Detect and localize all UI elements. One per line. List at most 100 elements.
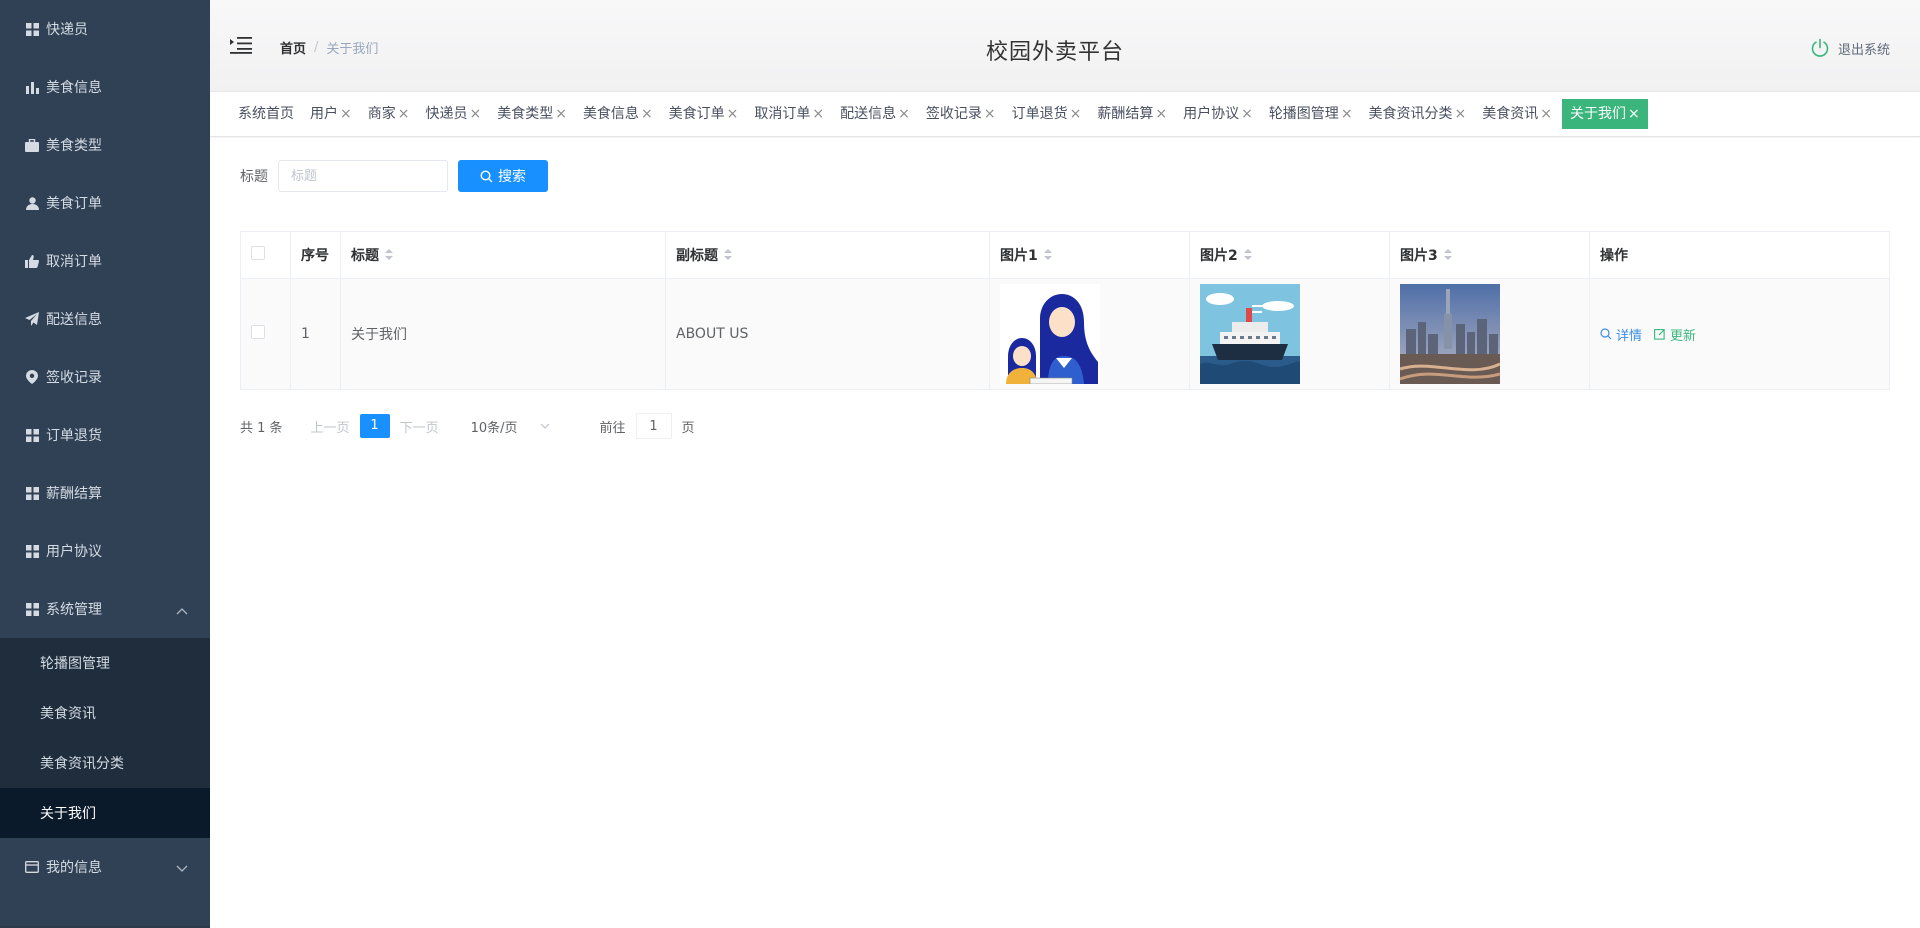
sidebar-item-system[interactable]: 系统管理 — [0, 580, 210, 638]
search-button[interactable]: 搜索 — [458, 160, 548, 192]
sort-icon[interactable] — [385, 248, 393, 264]
col-image1[interactable]: 图片1 — [989, 231, 1190, 279]
sidebar-item-food-order[interactable]: 美食订单 — [0, 174, 210, 232]
close-icon[interactable]: × — [555, 106, 567, 122]
select-all-checkbox[interactable] — [251, 246, 265, 260]
tag-cancel-order[interactable]: 取消订单 × — [748, 99, 830, 129]
col-index: 序号 — [290, 231, 341, 279]
grid-icon — [24, 601, 40, 617]
tag-food-news-category[interactable]: 美食资讯分类 × — [1363, 99, 1473, 129]
submenu-item-carousel[interactable]: 轮播图管理 — [0, 638, 210, 688]
cell-image1 — [989, 278, 1190, 390]
row-checkbox[interactable] — [251, 325, 265, 339]
tag-label: 美食订单 — [668, 106, 725, 122]
sidebar-item-delivery[interactable]: 配送信息 — [0, 290, 210, 348]
detail-button[interactable]: 详情 — [1600, 325, 1642, 344]
tags-bar: 系统首页 用户 × 商家 × 快递员 × 美食类型 × 美食信息 × 美食订单 × 取消订单… — [210, 92, 1920, 137]
sidebar-item-user-agreement[interactable]: 用户协议 — [0, 522, 210, 580]
close-icon[interactable]: × — [641, 106, 653, 122]
image3-thumbnail[interactable] — [1400, 284, 1500, 384]
tag-food-news[interactable]: 美食资讯 × — [1476, 99, 1558, 129]
col-image3[interactable]: 图片3 — [1389, 231, 1590, 279]
tag-merchant[interactable]: 商家 × — [362, 99, 416, 129]
sidebar-item-label: 用户协议 — [46, 544, 102, 560]
close-icon[interactable]: × — [398, 106, 410, 122]
close-icon[interactable]: × — [1241, 106, 1253, 122]
table-row: 1 关于我们 ABOUT US 详情 更新 — [240, 278, 1890, 390]
close-icon[interactable]: × — [469, 106, 481, 122]
goto-page-input[interactable] — [635, 413, 672, 439]
sort-icon[interactable] — [724, 248, 732, 264]
tag-label: 快递员 — [425, 106, 468, 122]
image1-thumbnail[interactable] — [1000, 284, 1100, 384]
close-icon[interactable]: × — [984, 106, 996, 122]
tag-food-type[interactable]: 美食类型 × — [491, 99, 573, 129]
sort-icon[interactable] — [1043, 248, 1052, 264]
close-icon[interactable]: × — [340, 106, 352, 122]
tag-system-home[interactable]: 系统首页 — [232, 99, 300, 129]
sidebar-item-order-return[interactable]: 订单退货 — [0, 406, 210, 464]
header: 首页 / 关于我们 校园外卖平台 退出系统 — [210, 0, 1920, 92]
col-subtitle[interactable]: 副标题 — [665, 231, 990, 279]
tag-food-info[interactable]: 美食信息 × — [577, 99, 659, 129]
close-icon[interactable]: × — [812, 106, 824, 122]
tag-label: 关于我们 — [1570, 106, 1627, 122]
close-icon[interactable]: × — [1070, 106, 1082, 122]
logout-button[interactable]: 退出系统 — [1810, 38, 1890, 58]
next-page-button[interactable]: 下一页 — [400, 417, 439, 436]
sidebar-item-courier[interactable]: 快递员 — [0, 0, 210, 58]
sidebar-item-label: 美食类型 — [46, 138, 102, 154]
page-number-1[interactable]: 1 — [359, 414, 390, 438]
sidebar-item-food-info[interactable]: 美食信息 — [0, 58, 210, 116]
sidebar-item-my-info[interactable]: 我的信息 — [0, 838, 210, 896]
close-icon[interactable]: × — [1628, 106, 1640, 122]
tag-food-order[interactable]: 美食订单 × — [663, 99, 745, 129]
submenu-item-about-us[interactable]: 关于我们 — [0, 788, 210, 838]
sort-icon[interactable] — [1443, 248, 1452, 264]
sidebar-item-food-type[interactable]: 美食类型 — [0, 116, 210, 174]
sidebar: 快递员 美食信息 美食类型 美食订单 取消订单 配送信息 签收记录 订单退货 薪… — [0, 0, 210, 928]
tag-carousel[interactable]: 轮播图管理 × — [1263, 99, 1359, 129]
tag-courier[interactable]: 快递员 × — [419, 99, 487, 129]
close-icon[interactable]: × — [727, 106, 739, 122]
sidebar-item-label: 美食订单 — [46, 196, 102, 212]
tag-salary[interactable]: 薪酬结算 × — [1091, 99, 1173, 129]
tag-user-agreement[interactable]: 用户协议 × — [1177, 99, 1259, 129]
tag-about-us[interactable]: 关于我们 × — [1562, 99, 1648, 129]
page-size-select[interactable]: 10条/页 — [471, 417, 550, 436]
cell-image2 — [1189, 278, 1390, 390]
close-icon[interactable]: × — [898, 106, 910, 122]
image2-thumbnail[interactable] — [1200, 284, 1300, 384]
close-icon[interactable]: × — [1341, 106, 1353, 122]
search-input[interactable] — [278, 160, 448, 192]
tag-label: 用户协议 — [1183, 106, 1240, 122]
tag-sign-record[interactable]: 签收记录 × — [920, 99, 1002, 129]
grid-icon — [24, 543, 40, 559]
user-icon — [24, 195, 40, 211]
table-header-row: 序号 标题 副标题 图片1 图片2 图片3 操作 — [240, 231, 1890, 279]
prev-page-button[interactable]: 上一页 — [311, 417, 350, 436]
sidebar-item-salary[interactable]: 薪酬结算 — [0, 464, 210, 522]
sidebar-item-sign-record[interactable]: 签收记录 — [0, 348, 210, 406]
col-title[interactable]: 标题 — [340, 231, 666, 279]
sort-icon[interactable] — [1243, 248, 1252, 264]
tag-delivery[interactable]: 配送信息 × — [834, 99, 916, 129]
edit-icon — [1654, 329, 1665, 340]
submenu-item-food-news[interactable]: 美食资讯 — [0, 688, 210, 738]
power-icon — [1811, 38, 1829, 57]
col-ops: 操作 — [1589, 231, 1890, 279]
tag-order-return[interactable]: 订单退货 × — [1006, 99, 1088, 129]
update-button[interactable]: 更新 — [1654, 325, 1696, 344]
sidebar-item-label: 快递员 — [46, 22, 88, 38]
close-icon[interactable]: × — [1455, 106, 1467, 122]
tag-user[interactable]: 用户 × — [304, 99, 358, 129]
close-icon[interactable]: × — [1540, 106, 1552, 122]
goto-page: 前往 页 — [600, 413, 695, 439]
sidebar-item-label: 签收记录 — [46, 370, 102, 386]
sidebar-item-cancel-order[interactable]: 取消订单 — [0, 232, 210, 290]
col-image2[interactable]: 图片2 — [1189, 231, 1390, 279]
submenu-item-food-news-category[interactable]: 美食资讯分类 — [0, 738, 210, 788]
tag-label: 订单退货 — [1011, 106, 1068, 122]
close-icon[interactable]: × — [1155, 106, 1167, 122]
tag-label: 美食信息 — [582, 106, 639, 122]
